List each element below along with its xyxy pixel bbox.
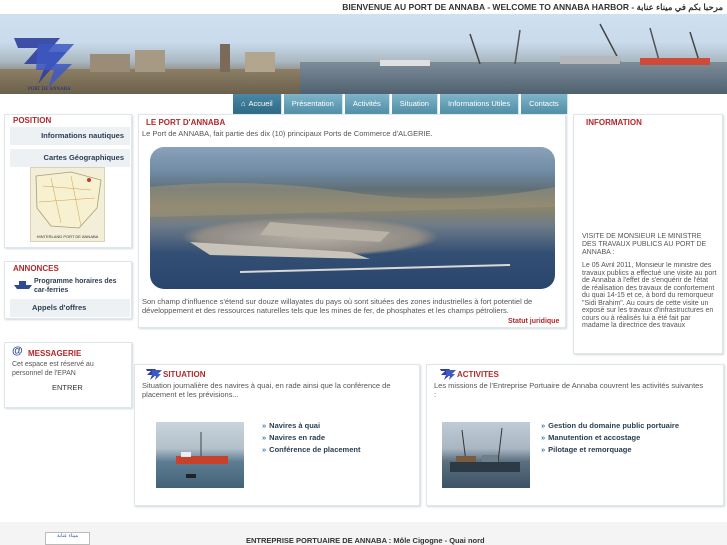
informations-nautiques-link[interactable]: Informations nautiques (10, 127, 130, 145)
information-headline: VISITE DE MONSIEUR LE MINISTRE DES TRAVA… (582, 233, 707, 256)
tab-label: Informations Utiles (447, 99, 511, 108)
tab-informations-utiles[interactable]: Informations Utiles (439, 94, 520, 114)
double-chevron-icon: » (262, 433, 267, 442)
situation-text: Situation journalière des navires à quai… (142, 381, 391, 399)
hinterland-map-image[interactable]: HINTERLAND PORT DE ANNABA (30, 167, 105, 242)
manutention-link[interactable]: » Manutention et accostage (541, 433, 640, 442)
tab-presentation[interactable]: Présentation (283, 94, 343, 114)
position-title: POSITION (13, 116, 52, 125)
double-chevron-icon: » (541, 421, 546, 430)
le-port-description: Son champ d'influence s'étend sur douze … (142, 297, 533, 315)
enter-button[interactable]: ENTRER (52, 383, 83, 393)
tab-label: Contacts (529, 99, 559, 108)
home-icon: ⌂ (241, 99, 246, 108)
tab-label: Situation (399, 99, 429, 108)
link-label: Navires à quai (269, 421, 321, 430)
situation-title: SITUATION (163, 370, 206, 379)
double-chevron-icon: » (541, 445, 546, 454)
double-chevron-icon: » (541, 433, 546, 442)
messagerie-text: Cet espace est réservé au personnel de l… (12, 361, 94, 377)
footer-address: ENTREPRISE PORTUAIRE DE ANNABA : Môle Ci… (246, 536, 485, 545)
port-logo[interactable]: PORT DE ANNABA (8, 30, 80, 92)
tab-activites[interactable]: Activités (344, 94, 390, 114)
gestion-domaine-link[interactable]: » Gestion du domaine public portuaire (541, 421, 679, 430)
zp-logo-icon (146, 368, 162, 380)
cartes-geographiques-link[interactable]: Cartes Géographiques (10, 149, 130, 167)
footer-logo: ميناء عنابة (45, 532, 90, 545)
tab-accueil[interactable]: ⌂ Accueil (233, 94, 282, 114)
annonces-title: ANNONCES (13, 264, 59, 273)
cargo-ship-detail (450, 427, 520, 472)
tanker-detail (176, 432, 228, 478)
tab-label: Accueil (248, 99, 273, 108)
port-aerial-detail (150, 183, 555, 273)
programme-horaires-link[interactable]: Programme horaires des car-ferries (34, 278, 130, 295)
link-label: Navires en rade (269, 433, 326, 442)
cargo-ship-photo (442, 422, 530, 488)
footer: ميناء عنابة ENTREPRISE PORTUAIRE DE ANNA… (0, 522, 727, 545)
appels-offres-link[interactable]: Appels d'offres (10, 299, 130, 317)
pilotage-link[interactable]: » Pilotage et remorquage (541, 445, 632, 454)
conference-placement-link[interactable]: » Conférence de placement (262, 445, 360, 454)
messagerie-title: MESSAGERIE (28, 349, 82, 358)
logo-caption: PORT DE ANNABA (28, 87, 71, 92)
information-body: Le 05 Avril 2011, Monsieur le ministre d… (582, 262, 717, 329)
le-port-intro: Le Port de ANNABA, fait partie des dix (… (142, 129, 433, 138)
map-outline (35, 171, 102, 229)
port-aerial-photo (150, 147, 555, 289)
double-chevron-icon: » (262, 421, 267, 430)
double-chevron-icon: » (262, 445, 267, 454)
le-port-title: LE PORT D'ANNABA (146, 118, 226, 127)
zp-logo-icon (440, 368, 456, 380)
welcome-banner-text: BIENVENUE AU PORT DE ANNABA - WELCOME TO… (342, 2, 723, 12)
at-icon: @ (12, 345, 23, 357)
activites-text: Les missions de l'Entreprise Portuaire d… (434, 381, 704, 399)
link-label: Pilotage et remorquage (548, 445, 632, 454)
tab-label: Présentation (291, 99, 334, 108)
link-label: Gestion du domaine public portuaire (548, 421, 680, 430)
tab-contacts[interactable]: Contacts (521, 94, 568, 114)
tanker-photo (156, 422, 244, 488)
statut-juridique-link[interactable]: Statut juridique (508, 318, 559, 325)
map-caption: HINTERLAND PORT DE ANNABA (36, 234, 99, 239)
port-banner-image: PORT DE ANNABA (0, 14, 727, 94)
information-title: INFORMATION (586, 118, 642, 127)
navires-en-rade-link[interactable]: » Navires en rade (262, 433, 325, 442)
link-label: Manutention et accostage (548, 433, 641, 442)
ship-icon (14, 279, 32, 289)
harbor-skyline (90, 23, 710, 72)
main-nav: ⌂ Accueil Présentation Activités Situatio… (233, 94, 568, 114)
navires-a-quai-link[interactable]: » Navires à quai (262, 421, 320, 430)
activites-title: ACTIVITES (457, 370, 499, 379)
tab-situation[interactable]: Situation (391, 94, 438, 114)
tab-label: Activités (352, 99, 381, 108)
link-label: Conférence de placement (269, 445, 361, 454)
